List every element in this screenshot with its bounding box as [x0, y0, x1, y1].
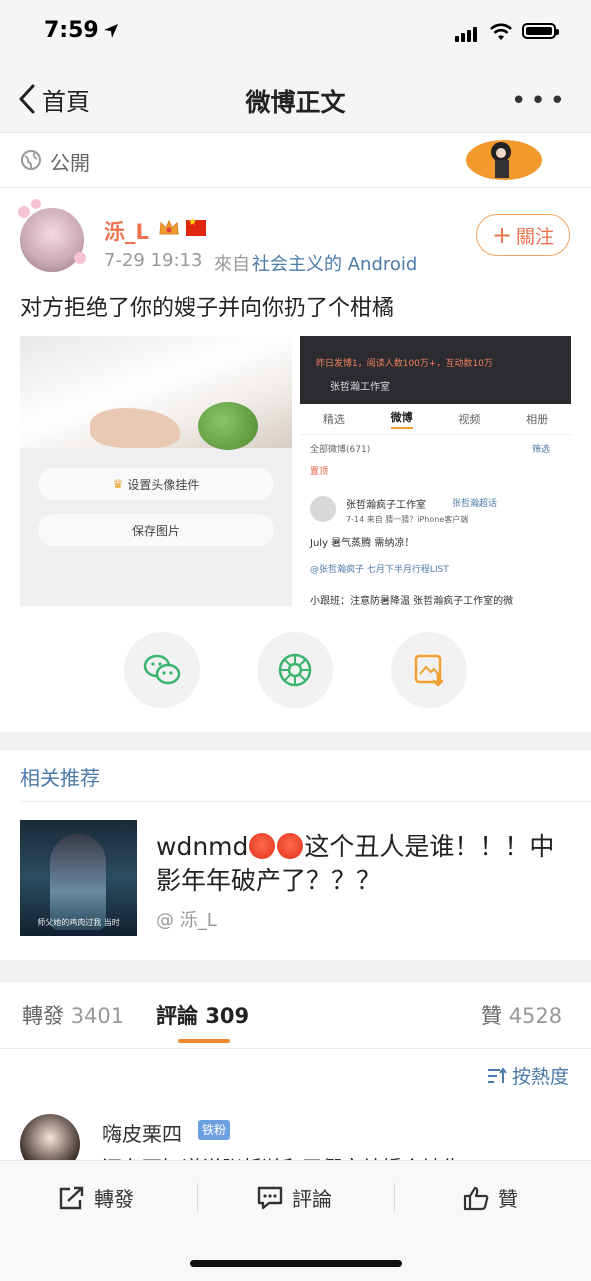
follow-button[interactable]: + 關注 — [476, 214, 570, 256]
more-options-button[interactable]: ••• — [511, 86, 569, 116]
angry-emoji-icon — [249, 833, 276, 859]
tab-likes-label: 贊 — [481, 1004, 502, 1028]
related-text-part1: wdnmd — [156, 832, 249, 861]
repost-button[interactable]: 轉發 — [58, 1183, 134, 1212]
section-divider — [0, 732, 591, 750]
set-avatar-pendant-label: 设置头像挂件 — [127, 477, 200, 492]
tab-reposts[interactable]: 轉發 3401 — [22, 1000, 124, 1030]
comment-button[interactable]: 評論 — [256, 1183, 332, 1212]
thumbnail-figure — [50, 834, 106, 930]
home-indicator[interactable] — [190, 1260, 402, 1267]
decoration-sticker-icon — [466, 140, 542, 180]
vip-crown-icon — [159, 219, 179, 235]
screenshot-all-weibo: 全部微博(671) — [310, 445, 371, 455]
related-title: 相关推荐 — [20, 766, 100, 790]
related-author[interactable]: @ 泺_L — [156, 906, 217, 932]
screenshot-pinned: 置顶 — [310, 467, 329, 477]
thumbnail-caption: 师父她的鸡肉过我 当时 — [37, 918, 120, 927]
separator — [394, 1183, 395, 1213]
comment-icon — [257, 1186, 283, 1209]
tab-reposts-label: 轉發 — [22, 1004, 64, 1028]
repost-icon — [59, 1186, 84, 1209]
screenshot-filter: 筛选 — [532, 445, 551, 455]
battery-icon — [522, 23, 559, 39]
separator — [197, 1183, 198, 1213]
tab-comments-count: 309 — [205, 1004, 250, 1028]
moments-icon — [278, 653, 312, 687]
post-source-link[interactable]: 社会主义的 Android — [252, 250, 417, 276]
post-image-right[interactable]: 昨日发博1，阅读人数100万+，互动数10万 张哲瀚工作室 精选 微博 视频 相… — [300, 336, 571, 606]
tab-comments-label: 評論 — [156, 1004, 198, 1028]
related-text[interactable]: wdnmd 这个丑人是谁！！！中影年年破产了？？？ — [156, 830, 566, 898]
tab-comments[interactable]: 評論 309 — [156, 1000, 249, 1030]
username[interactable]: 泺_L — [104, 216, 149, 246]
screenshot-avatar — [310, 496, 336, 522]
signal-icon — [455, 23, 479, 42]
related-thumbnail[interactable]: 师父她的鸡肉过我 当时 — [20, 820, 137, 936]
repost-label: 轉發 — [94, 1187, 134, 1211]
screenshot-header: 昨日发博1，阅读人数100万+，互动数10万 张哲瀚工作室 — [300, 336, 571, 404]
screenshot-tab-active: 微博 — [390, 409, 413, 429]
post-timestamp: 7-29 19:13 — [104, 250, 203, 271]
thumbs-up-icon — [463, 1186, 489, 1210]
like-label: 贊 — [498, 1187, 518, 1211]
photo-citrus — [198, 402, 258, 450]
interaction-tabs: 轉發 3401 評論 309 贊 4528 — [0, 984, 591, 1049]
save-image-button[interactable] — [391, 632, 467, 708]
wifi-icon — [490, 23, 512, 40]
plus-icon: + — [491, 221, 513, 249]
screenshot-line2: @张哲瀚疯子 七月下半月行程LIST — [310, 565, 449, 575]
screenshot-studio: 张哲瀚工作室 — [330, 382, 390, 393]
post-image-left[interactable]: ♛ 设置头像挂件 保存图片 — [20, 336, 292, 606]
sort-icon — [487, 1066, 507, 1083]
comment-username[interactable]: 嗨皮栗四 — [102, 1118, 182, 1147]
comment-label: 評論 — [292, 1187, 332, 1211]
follow-label: 關注 — [516, 225, 555, 248]
section-divider — [0, 960, 591, 982]
status-bar: 7:59 — [0, 0, 591, 66]
tab-likes[interactable]: 贊 4528 — [481, 1000, 562, 1030]
sort-by-heat-button[interactable]: 按熱度 — [486, 1062, 569, 1089]
visibility-label: 公開 — [50, 151, 90, 175]
crown-icon: ♛ — [112, 477, 124, 491]
post-text: 对方拒绝了你的嫂子并向你扔了个柑橘 — [20, 296, 395, 321]
share-moments-button[interactable] — [257, 632, 333, 708]
set-avatar-pendant-button: ♛ 设置头像挂件 — [38, 468, 274, 500]
avatar-frame-icon — [18, 199, 86, 264]
save-image-label: 保存图片 — [131, 523, 180, 538]
divider — [20, 801, 591, 802]
share-wechat-button[interactable] — [124, 632, 200, 708]
screenshot-tab: 精选 — [322, 413, 345, 426]
nav-bar: 首頁 微博正文 ••• — [0, 66, 591, 133]
post-source-prefix: 來自 — [214, 254, 250, 275]
screenshot-line3: 小跟班：注意防暑降温 张哲瀚疯子工作室的微 — [310, 596, 514, 606]
location-arrow-icon — [104, 24, 118, 38]
china-flag-icon — [186, 217, 206, 236]
angry-emoji-icon — [277, 833, 304, 859]
wechat-icon — [143, 654, 181, 685]
screenshot-tabs: 精选 微博 视频 相册 — [300, 404, 571, 435]
page-title: 微博正文 — [245, 88, 346, 117]
screenshot-author-tag: 张哲瀚超话 — [452, 499, 498, 509]
fan-badge: 铁粉 — [198, 1120, 231, 1140]
screenshot-tab: 视频 — [458, 413, 481, 426]
screenshot-author: 张哲瀚疯子工作室 — [346, 500, 426, 511]
save-image-icon — [414, 654, 444, 687]
active-tab-indicator — [178, 1039, 230, 1043]
tab-likes-count: 4528 — [508, 1004, 563, 1028]
screenshot-meta: 7-14 来自 猜一猜？iPhone客户端 — [346, 515, 469, 524]
screenshot-line1: July 暑气蒸腾 需纳凉！ — [310, 538, 415, 549]
sort-label: 按熱度 — [511, 1066, 569, 1088]
share-actions — [0, 630, 591, 710]
save-image-option: 保存图片 — [38, 514, 274, 546]
tab-reposts-count: 3401 — [70, 1004, 125, 1028]
globe-icon — [21, 150, 41, 170]
like-button[interactable]: 贊 — [462, 1183, 518, 1212]
screenshot-stats: 昨日发博1，阅读人数100万+，互动数10万 — [316, 359, 493, 369]
screenshot-tab: 相册 — [526, 413, 549, 426]
status-time: 7:59 — [44, 18, 99, 43]
